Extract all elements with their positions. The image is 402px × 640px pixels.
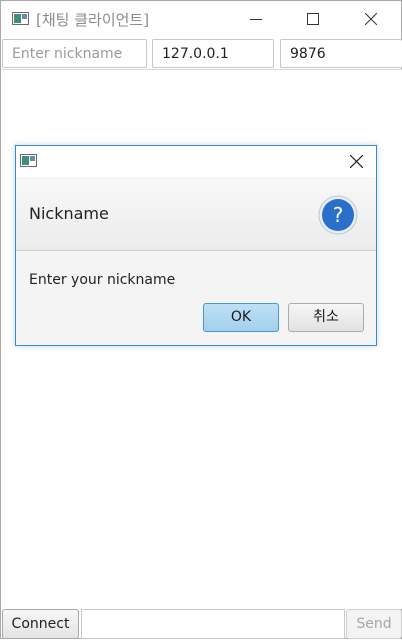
nickname-dialog: Nickname ? Enter your nickname OK 취소 (15, 145, 377, 346)
minimize-button[interactable] (233, 1, 279, 38)
close-icon (350, 155, 363, 168)
app-icon (20, 154, 37, 167)
message-input[interactable] (81, 609, 345, 639)
maximize-icon (307, 13, 319, 25)
help-icon: ? (318, 195, 358, 235)
nickname-input[interactable] (2, 39, 147, 68)
bottom-bar: Connect Send (1, 608, 402, 640)
dialog-content-text: Enter your nickname (29, 272, 176, 288)
chat-client-window: [채팅 클라이언트] Connect Send (0, 0, 402, 639)
ok-button[interactable]: OK (203, 303, 279, 332)
dialog-titlebar[interactable] (16, 146, 376, 177)
host-input[interactable] (152, 39, 274, 68)
connect-button[interactable]: Connect (2, 609, 79, 639)
cancel-button[interactable]: 취소 (288, 303, 364, 332)
close-icon (365, 13, 377, 25)
dialog-close-button[interactable] (338, 146, 376, 177)
minimize-icon (250, 19, 262, 20)
dialog-header-title: Nickname (29, 204, 109, 223)
maximize-button[interactable] (290, 1, 336, 38)
close-window-button[interactable] (348, 1, 394, 38)
send-button[interactable]: Send (346, 609, 402, 639)
window-title: [채팅 클라이언트] (36, 11, 150, 29)
port-input[interactable] (280, 39, 402, 68)
window-titlebar[interactable]: [채팅 클라이언트] (1, 1, 401, 38)
help-glyph: ? (333, 203, 344, 227)
dialog-header: Nickname ? (16, 177, 376, 251)
app-icon (12, 12, 29, 25)
